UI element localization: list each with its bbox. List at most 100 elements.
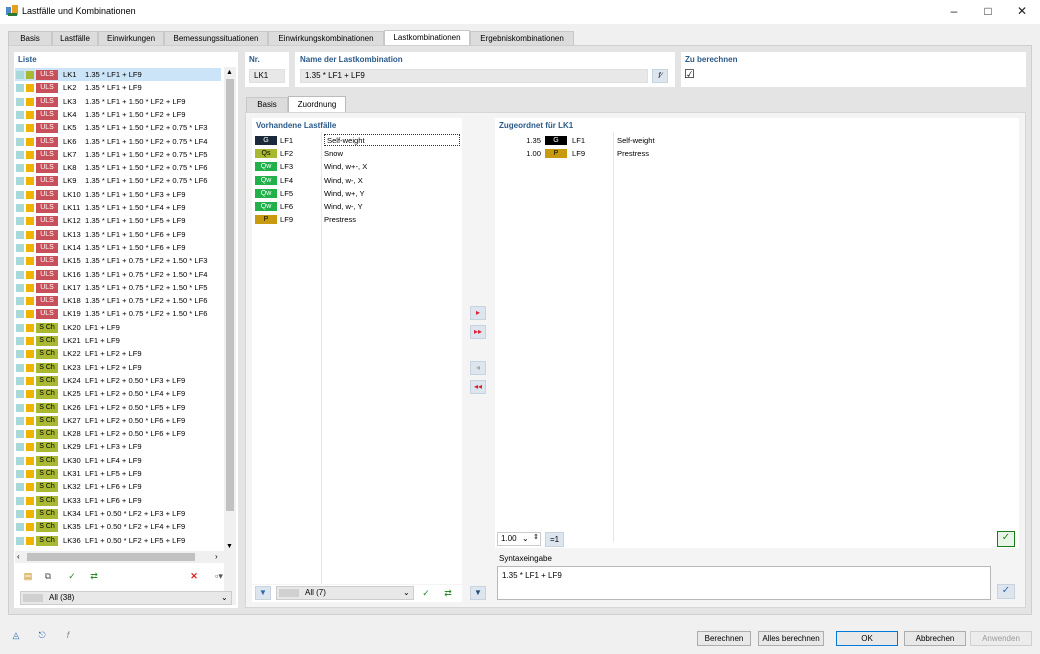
set-factor-one-button[interactable]: =1 bbox=[545, 532, 564, 547]
list-item[interactable]: ULS LK10 1.35 * LF1 + 1.50 * LF3 + LF9 bbox=[15, 188, 221, 201]
list-item[interactable]: S Ch LK34 LF1 + 0.50 * LF2 + LF3 + LF9 bbox=[15, 507, 221, 520]
factor-input[interactable]: 1.00 ⌄ ⇕ bbox=[497, 532, 541, 546]
list-item[interactable]: S Ch LK20 LF1 + LF9 bbox=[15, 321, 221, 334]
list-item[interactable]: ULS LK18 1.35 * LF1 + 0.75 * LF2 + 1.50 * … bbox=[15, 294, 221, 307]
formula-icon[interactable]: f bbox=[60, 628, 76, 642]
list-item[interactable]: S Ch LK36 LF1 + 0.50 * LF2 + LF5 + LF9 bbox=[15, 534, 221, 547]
list-item[interactable]: ULS LK16 1.35 * LF1 + 0.75 * LF2 + 1.50 * … bbox=[15, 268, 221, 281]
apply-button[interactable]: Anwenden bbox=[970, 631, 1032, 646]
available-item[interactable]: Qw LF4 Wind, w-, X bbox=[252, 174, 462, 187]
list-item[interactable]: ULS LK13 1.35 * LF1 + 1.50 * LF6 + LF9 bbox=[15, 228, 221, 241]
tab-lastfaelle[interactable]: Lastfälle bbox=[52, 31, 98, 45]
subtab-basis[interactable]: Basis bbox=[246, 97, 288, 112]
info-icon[interactable]: ⎋ bbox=[34, 628, 50, 642]
list-item[interactable]: ULS LK14 1.35 * LF1 + 1.50 * LF6 + LF9 bbox=[15, 241, 221, 254]
available-item[interactable]: Qw LF6 Wind, w-, Y bbox=[252, 200, 462, 213]
scroll-up-icon[interactable]: ▲ bbox=[226, 69, 233, 76]
list-item[interactable]: ULS LK11 1.35 * LF1 + 1.50 * LF4 + LF9 bbox=[15, 201, 221, 214]
list-item[interactable]: ULS LK12 1.35 * LF1 + 1.50 * LF5 + LF9 bbox=[15, 214, 221, 227]
units-icon[interactable]: ◬ bbox=[8, 628, 24, 642]
tab-einwirkungskombinationen[interactable]: Einwirkungskombinationen bbox=[268, 31, 384, 45]
remove-selected-icon[interactable]: ◂ bbox=[470, 361, 486, 375]
list-item[interactable]: S Ch LK24 LF1 + LF2 + 0.50 * LF3 + LF9 bbox=[15, 374, 221, 387]
hscroll-thumb[interactable] bbox=[27, 553, 195, 561]
list-item[interactable]: ULS LK7 1.35 * LF1 + 1.50 * LF2 + 0.75 * L… bbox=[15, 148, 221, 161]
list-item[interactable]: S Ch LK27 LF1 + LF2 + 0.50 * LF6 + LF9 bbox=[15, 414, 221, 427]
assigned-item[interactable]: 1.00 P LF9 Prestress bbox=[495, 147, 795, 160]
available-filter-dropdown[interactable]: All (7) ⌄ bbox=[276, 586, 414, 600]
list-item[interactable]: ULS LK6 1.35 * LF1 + 1.50 * LF2 + 0.75 * L… bbox=[15, 135, 221, 148]
list-item[interactable]: S Ch LK32 LF1 + LF6 + LF9 bbox=[15, 480, 221, 493]
delete-icon[interactable]: ✕ bbox=[186, 569, 202, 583]
syntax-apply-icon[interactable]: ✓ bbox=[997, 584, 1015, 599]
copy-item-icon[interactable]: ⧉ bbox=[40, 569, 56, 583]
list-item[interactable]: S Ch LK35 LF1 + 0.50 * LF2 + LF4 + LF9 bbox=[15, 520, 221, 533]
name-field[interactable]: 1.35 * LF1 + LF9 bbox=[300, 69, 648, 83]
tab-ergebniskombinationen[interactable]: Ergebniskombinationen bbox=[470, 31, 574, 45]
list-item[interactable]: S Ch LK29 LF1 + LF3 + LF9 bbox=[15, 440, 221, 453]
close-icon[interactable]: ✕ bbox=[1005, 0, 1039, 24]
remove-all-icon[interactable]: ◂◂ bbox=[470, 380, 486, 394]
list-vscrollbar[interactable]: ▲ ▼ bbox=[224, 67, 236, 605]
list-item[interactable]: ULS LK2 1.35 * LF1 + LF9 bbox=[15, 81, 221, 94]
tab-lastkombinationen[interactable]: Lastkombinationen bbox=[384, 30, 470, 45]
uncheck-all-icon[interactable]: ⇄ bbox=[440, 586, 456, 600]
list-item[interactable]: S Ch LK31 LF1 + LF5 + LF9 bbox=[15, 467, 221, 480]
subtab-zuordnung[interactable]: Zuordnung bbox=[288, 96, 346, 112]
view-options-icon[interactable]: ▫▾ bbox=[206, 569, 232, 583]
spinner-icon[interactable]: ⇕ bbox=[533, 532, 539, 544]
scroll-down-icon[interactable]: ▼ bbox=[226, 543, 233, 550]
list-item[interactable]: S Ch LK33 LF1 + LF6 + LF9 bbox=[15, 494, 221, 507]
add-selected-icon[interactable]: ▸ bbox=[470, 306, 486, 320]
list-item[interactable]: ULS LK4 1.35 * LF1 + 1.50 * LF2 + LF9 bbox=[15, 108, 221, 121]
available-item[interactable]: Qw LF3 Wind, w+-, X bbox=[252, 160, 462, 173]
list-item[interactable]: S Ch LK28 LF1 + LF2 + 0.50 * LF6 + LF9 bbox=[15, 427, 221, 440]
list-item[interactable]: S Ch LK22 LF1 + LF2 + LF9 bbox=[15, 347, 221, 360]
list-item[interactable]: ULS LK1 1.35 * LF1 + LF9 bbox=[15, 68, 221, 82]
calculate-all-button[interactable]: Alles berechnen bbox=[758, 631, 824, 646]
list-item[interactable]: S Ch LK25 LF1 + LF2 + 0.50 * LF4 + LF9 bbox=[15, 387, 221, 400]
tab-bemessungssituationen[interactable]: Bemessungssituationen bbox=[164, 31, 268, 45]
list-item[interactable]: ULS LK9 1.35 * LF1 + 1.50 * LF2 + 0.75 * L… bbox=[15, 174, 221, 187]
list-item[interactable]: ULS LK3 1.35 * LF1 + 1.50 * LF2 + LF9 bbox=[15, 95, 221, 108]
calculate-button[interactable]: Berechnen bbox=[697, 631, 751, 646]
scroll-left-icon[interactable]: ‹ bbox=[17, 552, 20, 561]
list-item[interactable]: ULS LK8 1.35 * LF1 + 1.50 * LF2 + 0.75 * L… bbox=[15, 161, 221, 174]
list-item[interactable]: ULS LK17 1.35 * LF1 + 0.75 * LF2 + 1.50 * … bbox=[15, 281, 221, 294]
color-swatch bbox=[16, 110, 24, 119]
available-item[interactable]: Qs LF2 Snow bbox=[252, 147, 462, 160]
tab-basis[interactable]: Basis bbox=[8, 31, 52, 45]
list-item[interactable]: ULS LK19 1.35 * LF1 + 0.75 * LF2 + 1.50 * … bbox=[15, 307, 221, 320]
tab-einwirkungen[interactable]: Einwirkungen bbox=[98, 31, 164, 45]
list-item[interactable]: S Ch LK26 LF1 + LF2 + 0.50 * LF5 + LF9 bbox=[15, 401, 221, 414]
scroll-right-icon[interactable]: › bbox=[215, 552, 218, 561]
maximize-icon[interactable]: □ bbox=[971, 0, 1005, 24]
move-down-icon[interactable]: ▼ bbox=[470, 586, 486, 600]
available-item[interactable]: P LF9 Prestress bbox=[252, 213, 462, 226]
nr-field[interactable]: LK1 bbox=[249, 69, 285, 83]
list-item[interactable]: ULS LK5 1.35 * LF1 + 1.50 * LF2 + 0.75 * L… bbox=[15, 121, 221, 134]
list-item[interactable]: ULS LK15 1.35 * LF1 + 0.75 * LF2 + 1.50 * … bbox=[15, 254, 221, 267]
check-all-icon[interactable]: ✓ bbox=[418, 586, 434, 600]
list-item[interactable]: S Ch LK23 LF1 + LF2 + LF9 bbox=[15, 361, 221, 374]
syntax-input[interactable]: 1.35 * LF1 + LF9 bbox=[497, 566, 991, 600]
list-filter-dropdown[interactable]: All (38) ⌄ bbox=[20, 591, 232, 605]
list-item[interactable]: S Ch LK21 LF1 + LF9 bbox=[15, 334, 221, 347]
minimize-icon[interactable]: – bbox=[937, 0, 971, 24]
uncheck-all-icon[interactable]: ⇄ bbox=[86, 569, 102, 583]
scroll-thumb[interactable] bbox=[226, 79, 234, 511]
ok-button[interactable]: OK bbox=[836, 631, 898, 646]
assigned-item[interactable]: 1.35 G LF1 Self-weight bbox=[495, 134, 795, 147]
calc-checkbox[interactable]: ☑ bbox=[684, 67, 695, 81]
apply-check-icon[interactable]: ✓ bbox=[997, 531, 1015, 547]
list-hscrollbar[interactable]: ‹ › bbox=[15, 551, 224, 563]
cancel-button[interactable]: Abbrechen bbox=[904, 631, 966, 646]
available-item[interactable]: G LF1 Self-weight bbox=[252, 134, 462, 147]
check-all-icon[interactable]: ✓ bbox=[64, 569, 80, 583]
new-item-icon[interactable]: ▤ bbox=[20, 569, 36, 583]
edit-name-icon[interactable]: f​∕ bbox=[652, 69, 668, 83]
add-all-icon[interactable]: ▸▸ bbox=[470, 325, 486, 339]
available-item[interactable]: Qw LF5 Wind, w+, Y bbox=[252, 187, 462, 200]
filter-icon[interactable]: ▼ bbox=[255, 586, 271, 600]
list-item[interactable]: S Ch LK30 LF1 + LF4 + LF9 bbox=[15, 454, 221, 467]
